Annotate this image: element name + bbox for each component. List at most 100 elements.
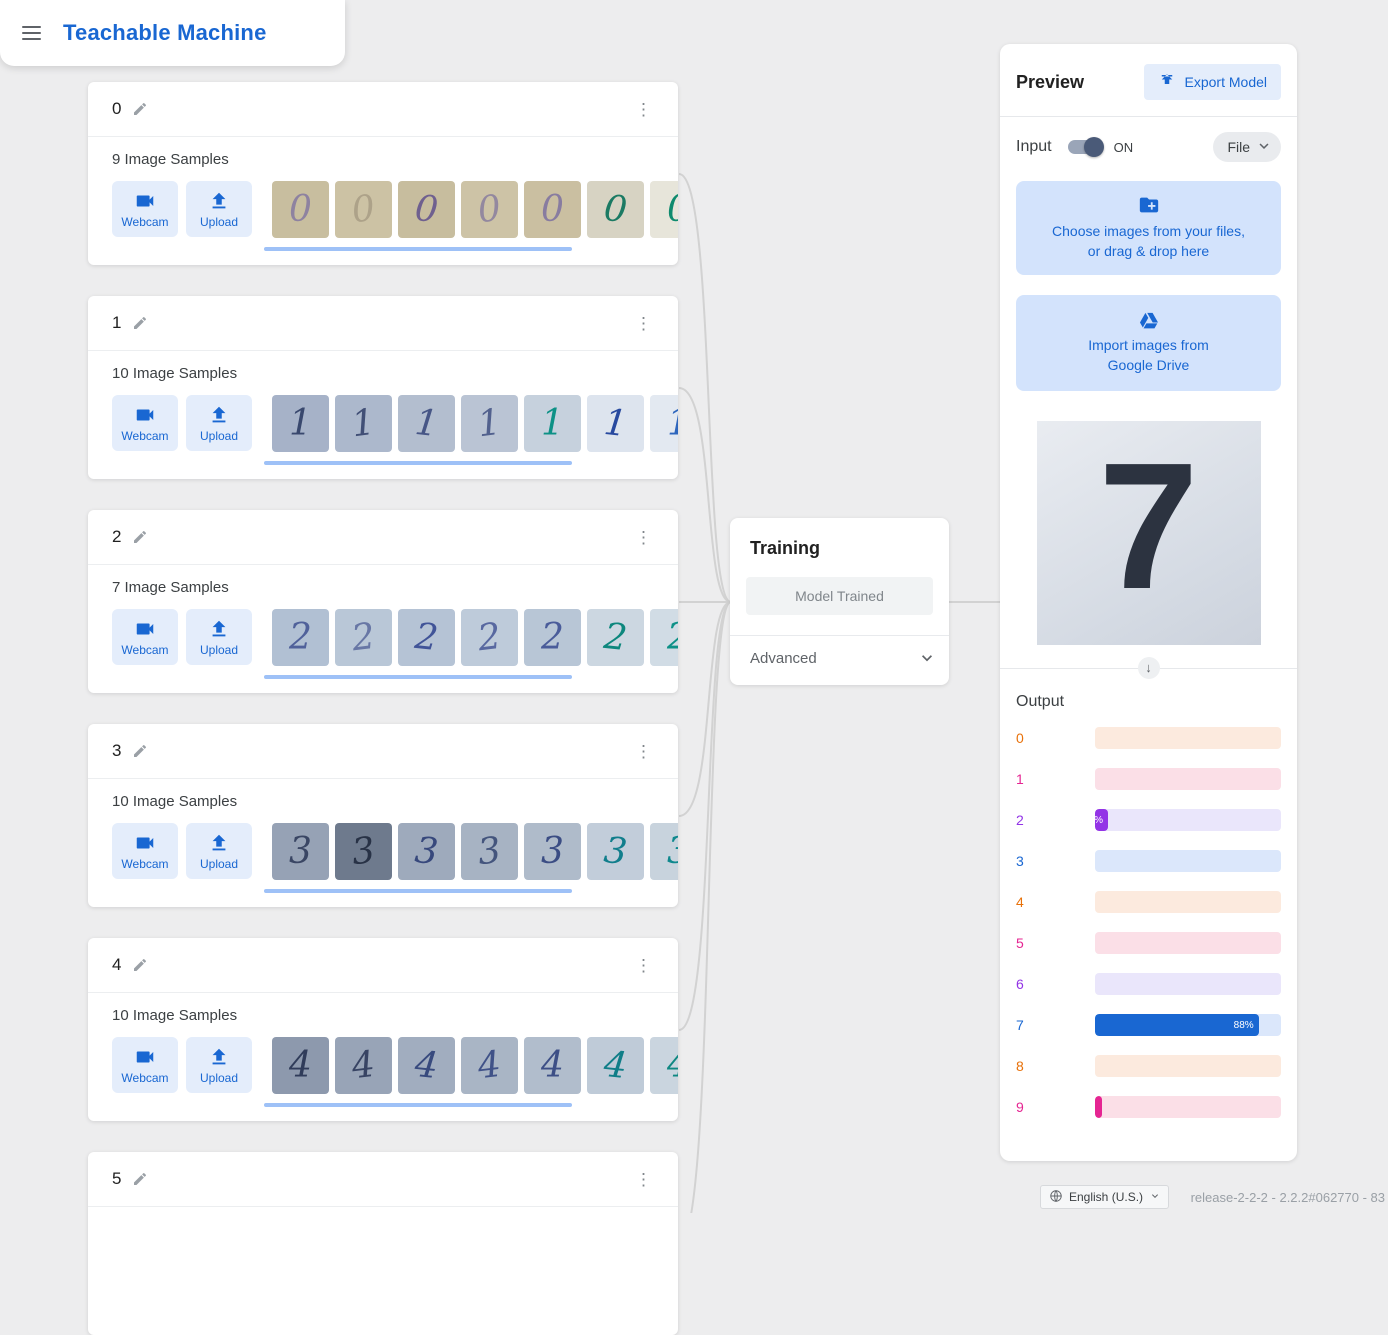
class-card-2: 2 ⋮ 7 Image Samples WebcamUpload 2222222 — [88, 510, 678, 693]
webcam-button[interactable]: Webcam — [112, 395, 178, 451]
edit-class-name-icon[interactable] — [132, 743, 148, 759]
sample-image[interactable]: 4 — [524, 1037, 581, 1094]
sample-image[interactable]: 4 — [272, 1037, 329, 1094]
sample-image[interactable]: 3 — [650, 823, 678, 880]
edit-class-name-icon[interactable] — [132, 529, 148, 545]
sample-image[interactable]: 2 — [650, 609, 678, 666]
sample-image[interactable]: 1 — [587, 395, 644, 452]
sample-count-label: 10 Image Samples — [112, 793, 678, 810]
sample-image[interactable]: 2 — [461, 609, 518, 666]
advanced-toggle[interactable]: Advanced — [730, 636, 949, 680]
upload-button[interactable]: Upload — [186, 181, 252, 237]
sample-image[interactable]: 4 — [650, 1037, 678, 1094]
sample-image[interactable]: 2 — [335, 609, 392, 666]
sample-image[interactable]: 0 — [524, 181, 581, 238]
sample-image[interactable]: 2 — [272, 609, 329, 666]
sample-image[interactable]: 0 — [398, 181, 455, 238]
chevron-down-icon — [1255, 137, 1273, 158]
export-icon — [1158, 72, 1176, 93]
input-label: Input — [1016, 138, 1052, 156]
upload-button[interactable]: Upload — [186, 395, 252, 451]
thumbnail-scrollbar[interactable] — [264, 461, 572, 465]
class-options-button[interactable]: ⋮ — [629, 101, 658, 118]
upload-icon — [208, 832, 230, 854]
class-card-body: 7 Image SamplesWebcamUpload2222222 — [88, 565, 678, 679]
upload-button[interactable]: Upload — [186, 1037, 252, 1093]
output-row-3: 3 — [1016, 850, 1281, 872]
confidence-bar-fill: 88% — [1095, 1014, 1259, 1036]
class-options-button[interactable]: ⋮ — [629, 315, 658, 332]
class-options-button[interactable]: ⋮ — [629, 1171, 658, 1188]
class-options-button[interactable]: ⋮ — [629, 957, 658, 974]
sample-image[interactable]: 1 — [650, 395, 678, 452]
class-options-button[interactable]: ⋮ — [629, 743, 658, 760]
language-select[interactable]: English (U.S.) — [1040, 1185, 1169, 1209]
edit-class-name-icon[interactable] — [132, 1171, 148, 1187]
sample-thumbnails[interactable]: 3333333 — [272, 823, 678, 880]
thumbnail-scrollbar[interactable] — [264, 1103, 572, 1107]
sample-thumbnails[interactable]: 0000000 — [272, 181, 678, 238]
sample-image[interactable]: 1 — [461, 395, 518, 452]
sample-image[interactable]: 2 — [398, 609, 455, 666]
sample-image[interactable]: 0 — [272, 181, 329, 238]
sample-image[interactable]: 1 — [398, 395, 455, 452]
sample-image[interactable]: 3 — [335, 823, 392, 880]
edit-class-name-icon[interactable] — [132, 315, 148, 331]
sample-image[interactable]: 0 — [587, 181, 644, 238]
sample-image[interactable]: 3 — [398, 823, 455, 880]
import-drive-button[interactable]: Import images from Google Drive — [1016, 295, 1281, 391]
sample-image[interactable]: 2 — [524, 609, 581, 666]
webcam-button[interactable]: Webcam — [112, 181, 178, 237]
input-toggle[interactable] — [1068, 140, 1102, 154]
webcam-button[interactable]: Webcam — [112, 609, 178, 665]
sample-image[interactable]: 0 — [461, 181, 518, 238]
sample-thumbnails[interactable]: 1111111 — [272, 395, 678, 452]
train-model-button[interactable]: Model Trained — [746, 577, 933, 615]
sample-thumbnails[interactable]: 4444444 — [272, 1037, 678, 1094]
sample-image[interactable]: 3 — [587, 823, 644, 880]
sample-image[interactable]: 0 — [335, 181, 392, 238]
thumbnail-scrollbar[interactable] — [264, 247, 572, 251]
output-row-8: 8 — [1016, 1055, 1281, 1077]
sample-count-label: 7 Image Samples — [112, 579, 678, 596]
webcam-button[interactable]: Webcam — [112, 823, 178, 879]
sample-image[interactable]: 4 — [461, 1037, 518, 1094]
import-drive-text-line2: Google Drive — [1108, 356, 1190, 376]
sample-digit: 0 — [541, 192, 564, 228]
output-class-label: 1 — [1016, 771, 1095, 787]
sample-image[interactable]: 2 — [587, 609, 644, 666]
class-options-button[interactable]: ⋮ — [629, 529, 658, 546]
sample-image[interactable]: 3 — [461, 823, 518, 880]
sample-digit: 4 — [476, 1046, 503, 1085]
menu-icon[interactable] — [22, 26, 41, 40]
output-class-label: 6 — [1016, 976, 1095, 992]
sample-image[interactable]: 1 — [335, 395, 392, 452]
edit-class-name-icon[interactable] — [132, 957, 148, 973]
sample-image[interactable]: 1 — [524, 395, 581, 452]
sample-image[interactable]: 3 — [272, 823, 329, 880]
sample-thumbnails[interactable]: 2222222 — [272, 609, 678, 666]
input-source-select[interactable]: File — [1213, 132, 1281, 162]
sample-image[interactable]: 4 — [587, 1037, 644, 1094]
google-drive-icon — [1139, 310, 1159, 330]
sample-digit: 4 — [541, 1048, 564, 1084]
version-label: release-2-2-2 - 2.2.2#062770 - 83 — [1191, 1190, 1385, 1205]
confidence-bar — [1095, 1055, 1281, 1077]
upload-button[interactable]: Upload — [186, 609, 252, 665]
thumbnail-scrollbar[interactable] — [264, 675, 572, 679]
sample-digit: 2 — [413, 618, 440, 656]
upload-button[interactable]: Upload — [186, 823, 252, 879]
edit-class-name-icon[interactable] — [132, 101, 148, 117]
sample-image[interactable]: 0 — [650, 181, 678, 238]
export-model-button[interactable]: Export Model — [1144, 64, 1281, 100]
sample-image[interactable]: 1 — [272, 395, 329, 452]
sample-image[interactable]: 4 — [335, 1037, 392, 1094]
choose-files-dropzone[interactable]: Choose images from your files, or drag &… — [1016, 181, 1281, 275]
sample-image[interactable]: 3 — [524, 823, 581, 880]
webcam-button[interactable]: Webcam — [112, 1037, 178, 1093]
output-class-label: 0 — [1016, 730, 1095, 746]
sample-image[interactable]: 4 — [398, 1037, 455, 1094]
confidence-bar-fill — [1095, 1096, 1102, 1118]
scroll-to-output-button[interactable]: ↓ — [1138, 657, 1160, 679]
thumbnail-scrollbar[interactable] — [264, 889, 572, 893]
